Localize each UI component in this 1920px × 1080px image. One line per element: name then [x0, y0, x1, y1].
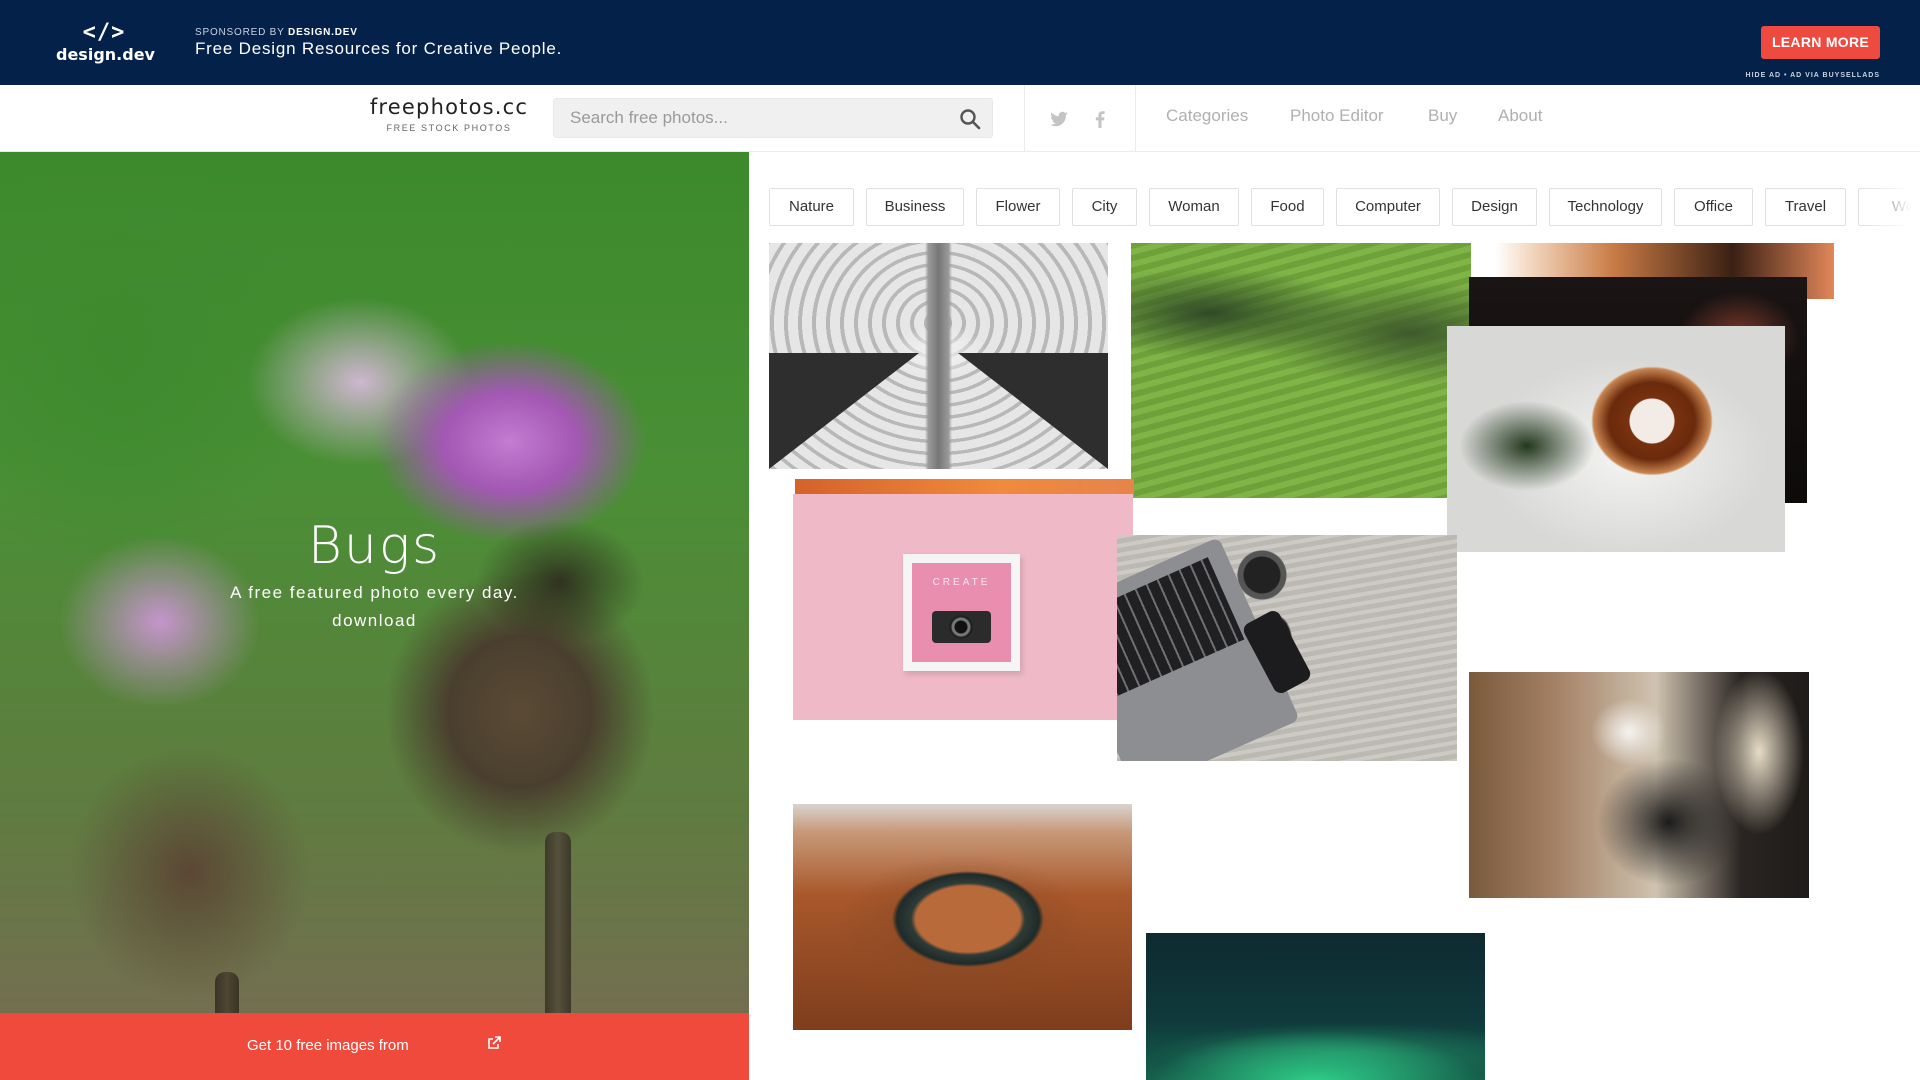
download-link[interactable]: download: [0, 611, 749, 631]
featured-subtitle: A free featured photo every day.: [230, 583, 519, 602]
photo-bagel-sandwich[interactable]: [1447, 326, 1785, 552]
photo-woman-cup[interactable]: [1469, 672, 1809, 898]
external-link-icon: [486, 1035, 502, 1051]
chips-fade: [1860, 188, 1920, 226]
photo-detail: CREATE: [912, 563, 1011, 662]
facebook-icon[interactable]: [1088, 107, 1112, 131]
photo-terraced-hills[interactable]: [1131, 243, 1471, 498]
category-chip-design[interactable]: Design: [1452, 188, 1537, 226]
category-chip-computer[interactable]: Computer: [1336, 188, 1440, 226]
photo-horseshoe-canyon[interactable]: [793, 804, 1132, 1030]
search-box: [553, 98, 993, 138]
category-chip-travel[interactable]: Travel: [1765, 188, 1846, 226]
free-images-text: Get 10 free images from: [247, 1037, 409, 1054]
twitter-icon[interactable]: [1047, 107, 1071, 131]
sponsor-ad-banner[interactable]: </> design.dev SPONSORED BY DESIGN.DEV F…: [0, 0, 1920, 85]
category-chips: Nature Business Flower City Woman Food C…: [769, 188, 1920, 226]
photo-letterboard-camera[interactable]: CREATE: [793, 494, 1133, 720]
photo-detail: [958, 353, 1108, 469]
category-chip-food[interactable]: Food: [1251, 188, 1324, 226]
site-logo[interactable]: freephotos.cc FREE STOCK PHOTOS: [368, 93, 530, 135]
category-chip-office[interactable]: Office: [1674, 188, 1753, 226]
category-chip-woman[interactable]: Woman: [1149, 188, 1239, 226]
letterboard-word: CREATE: [932, 577, 991, 588]
photo-detail: CREATE: [903, 554, 1020, 671]
sponsor-name: DESIGN.DEV: [288, 27, 358, 38]
nav-buy[interactable]: Buy: [1428, 106, 1457, 126]
nav-photo-editor[interactable]: Photo Editor: [1290, 106, 1384, 126]
hide-ad-link[interactable]: HIDE AD • AD VIA BUYSELLADS: [1746, 72, 1880, 79]
featured-title: Bugs: [307, 516, 442, 576]
category-chip-technology[interactable]: Technology: [1549, 188, 1662, 226]
category-chip-business[interactable]: Business: [866, 188, 964, 226]
photo-laptop-desk[interactable]: [1117, 535, 1457, 761]
photo-detail: [1117, 557, 1245, 701]
nav-about[interactable]: About: [1498, 106, 1542, 126]
free-images-banner[interactable]: Get 10 free images from: [0, 1013, 749, 1080]
category-chip-city[interactable]: City: [1072, 188, 1137, 226]
site-name: freephotos.cc: [369, 95, 529, 119]
photo-subway-escalator[interactable]: [769, 243, 1108, 469]
nav-categories[interactable]: Categories: [1166, 106, 1248, 126]
featured-photo[interactable]: Bugs A free featured photo every day. do…: [0, 152, 749, 1080]
learn-more-button[interactable]: LEARN MORE: [1761, 26, 1880, 59]
photo-detail: [949, 615, 973, 639]
header-divider: [1135, 85, 1136, 152]
photo-detail: [769, 353, 919, 469]
design-dev-logo[interactable]: </> design.dev: [56, 20, 155, 64]
site-header: freephotos.cc FREE STOCK PHOTOS Categori…: [0, 85, 1920, 152]
ad-tagline: Free Design Resources for Creative Peopl…: [195, 39, 563, 58]
sponsored-by-prefix: SPONSORED BY: [195, 27, 285, 38]
photo-northern-lights[interactable]: [1146, 933, 1485, 1080]
code-brackets-icon: </>: [82, 20, 126, 45]
design-dev-logo-text: design.dev: [56, 45, 155, 64]
category-chip-nature[interactable]: Nature: [769, 188, 854, 226]
category-chip-flower[interactable]: Flower: [976, 188, 1060, 226]
search-icon[interactable]: [958, 107, 982, 131]
sponsored-by-label: SPONSORED BY DESIGN.DEV: [195, 27, 358, 38]
camera-shape: [932, 611, 991, 643]
header-divider: [1024, 85, 1025, 152]
search-input[interactable]: [554, 99, 934, 137]
site-tagline: FREE STOCK PHOTOS: [386, 123, 512, 133]
